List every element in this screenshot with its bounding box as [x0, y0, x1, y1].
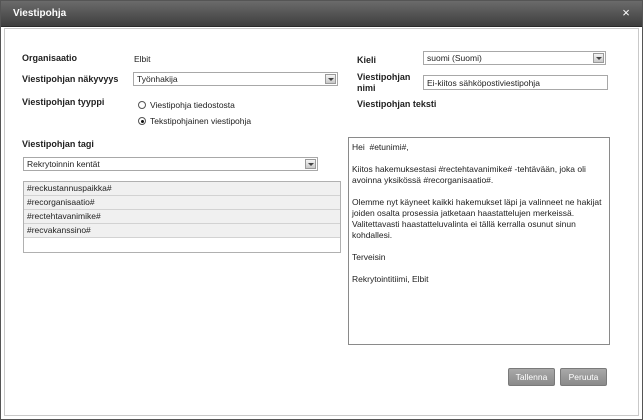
chevron-down-icon[interactable]	[593, 53, 604, 63]
template-name-label: Viestipohjan nimi	[357, 72, 411, 93]
tag-list: #reckustannuspaikka# #recorganisaatio# #…	[23, 181, 341, 253]
list-item[interactable]: #reckustannuspaikka#	[24, 182, 340, 196]
radio-file-template[interactable]: Viestipohja tiedostosta	[138, 100, 235, 110]
text-paragraph: Terveisin	[352, 252, 386, 262]
language-select[interactable]: suomi (Suomi)	[423, 51, 606, 65]
template-name-input[interactable]: Ei-kiitos sähköpostiviestipohja	[423, 75, 608, 90]
radio-file-template-label: Viestipohja tiedostosta	[150, 100, 235, 110]
radio-text-template[interactable]: Tekstipohjainen viestipohja	[138, 116, 251, 126]
text-paragraph: Kiitos hakemuksestasi #rectehtavanimike#…	[352, 164, 589, 185]
text-paragraph: Hei #etunimi#,	[352, 142, 409, 152]
list-item[interactable]: #recvakanssino#	[24, 224, 340, 238]
radio-button[interactable]	[138, 101, 146, 109]
tag-select-value: Rekrytoinnin kentät	[27, 159, 100, 169]
organization-label: Organisaatio	[22, 53, 78, 63]
radio-text-template-label: Tekstipohjainen viestipohja	[150, 116, 252, 126]
dialog-body: Organisaatio Elbit Viestipohjan näkyvyys…	[4, 28, 639, 416]
cancel-button[interactable]: Peruuta	[560, 368, 607, 386]
template-type-label: Viestipohjan tyyppi	[22, 97, 105, 107]
tag-select[interactable]: Rekrytoinnin kentät	[23, 157, 318, 171]
save-button[interactable]: Tallenna	[508, 368, 555, 386]
radio-button-checked[interactable]	[138, 117, 146, 125]
dialog-title: Viestipohja	[13, 8, 67, 19]
chevron-down-icon[interactable]	[305, 159, 316, 169]
tag-label: Viestipohjan tagi	[22, 139, 94, 149]
visibility-select-value: Työnhakija	[137, 74, 178, 84]
list-item[interactable]: #rectehtavanimike#	[24, 210, 340, 224]
template-text-area[interactable]: Hei #etunimi#, Kiitos hakemuksestasi #re…	[348, 137, 610, 345]
close-icon[interactable]: ×	[618, 5, 634, 21]
list-item[interactable]: #recorganisaatio#	[24, 196, 340, 210]
visibility-label: Viestipohjan näkyvyys	[22, 74, 119, 84]
organization-value: Elbit	[134, 54, 151, 64]
text-paragraph: Rekrytointitiimi, Elbit	[352, 274, 429, 284]
language-select-value: suomi (Suomi)	[427, 53, 482, 63]
dialog-titlebar: Viestipohja ×	[1, 1, 642, 27]
template-text-label: Viestipohjan teksti	[357, 99, 437, 109]
message-template-dialog: Viestipohja × Organisaatio Elbit Viestip…	[0, 0, 643, 420]
chevron-down-icon[interactable]	[325, 74, 336, 84]
language-label: Kieli	[357, 55, 377, 65]
text-paragraph: Olemme nyt käyneet kaikki hakemukset läp…	[352, 197, 604, 240]
visibility-select[interactable]: Työnhakija	[133, 72, 338, 86]
